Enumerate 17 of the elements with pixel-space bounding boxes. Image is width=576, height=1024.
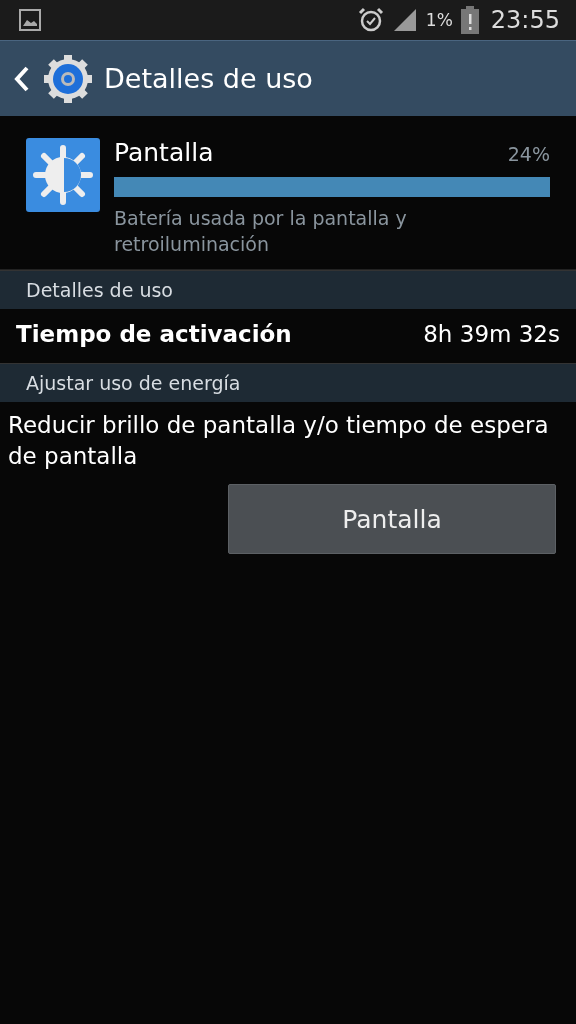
alarm-icon: [357, 7, 384, 33]
row-label: Tiempo de activación: [16, 321, 292, 347]
section-header: Ajustar uso de energía: [0, 363, 576, 402]
section-header: Detalles de uso: [0, 270, 576, 309]
row-value: 8h 39m 32s: [423, 321, 560, 347]
app-name: Pantalla: [114, 138, 214, 167]
battery-percent: 1%: [425, 10, 453, 30]
gallery-icon: [19, 9, 41, 31]
settings-icon: [42, 52, 94, 105]
clock: 23:55: [490, 6, 560, 34]
display-button[interactable]: Pantalla: [228, 484, 556, 554]
brightness-icon: [26, 138, 100, 212]
usage-description: Batería usada por la pantalla y retroiluminación: [114, 206, 408, 257]
advice-text: Reducir brillo de pantalla y/o tiempo de espera de pantalla: [7, 411, 550, 471]
usage-percent: 24%: [507, 143, 550, 165]
screen-title: Detalles de uso: [104, 63, 313, 94]
battery-icon: [460, 6, 479, 34]
